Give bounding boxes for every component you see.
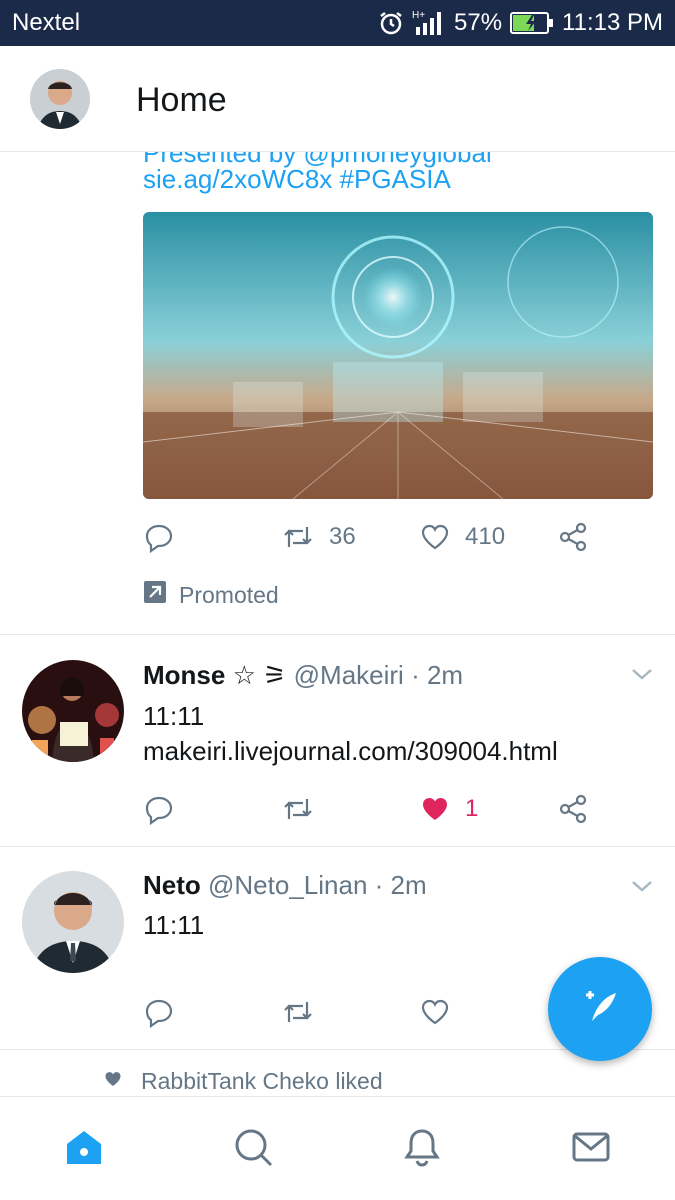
avatar[interactable] <box>22 660 124 762</box>
chevron-down-icon[interactable] <box>630 876 654 901</box>
heart-small-icon <box>103 1068 123 1095</box>
heart-filled-icon <box>419 793 451 825</box>
nav-messages[interactable] <box>569 1127 613 1171</box>
reply-icon <box>143 793 175 825</box>
like-count: 1 <box>465 795 479 822</box>
divider <box>0 846 675 847</box>
nav-notifications[interactable] <box>400 1127 444 1171</box>
share-icon <box>557 793 589 825</box>
tweet-time: · 2m <box>374 870 427 900</box>
status-icons: H+ 57% 11:13 PM <box>378 8 663 38</box>
timeline-feed[interactable]: Presented by @pmoneyglobal sie.ag/2xoWC8… <box>0 152 675 1096</box>
retweet-button[interactable] <box>281 789 315 829</box>
share-button[interactable] <box>557 789 589 829</box>
promoted-text: Promoted <box>179 581 279 608</box>
avatar[interactable] <box>22 871 124 973</box>
signal-icon: H+ <box>412 9 446 37</box>
like-button[interactable]: 1 <box>419 789 478 829</box>
display-name[interactable]: Neto <box>143 870 201 900</box>
tweet-actions: 1 <box>143 789 603 829</box>
tweet-text: 11:11 <box>143 701 205 731</box>
retweet-button[interactable] <box>281 992 315 1032</box>
notifications-icon <box>401 1126 443 1173</box>
tweet-header: Neto @Neto_Linan · 2m <box>143 870 427 901</box>
like-button[interactable]: 410 <box>419 517 505 557</box>
liked-by-text[interactable]: RabbitTank Cheko liked <box>141 1068 383 1095</box>
compose-tweet-button[interactable] <box>548 957 652 1061</box>
nav-search[interactable] <box>231 1127 275 1171</box>
tweet-time: · 2m <box>411 660 464 690</box>
retweet-count: 36 <box>329 523 356 550</box>
bottom-navigation <box>0 1096 675 1200</box>
tweet-media-image[interactable] <box>143 212 653 499</box>
messages-icon <box>570 1126 612 1173</box>
app-bar: Home <box>0 46 675 152</box>
user-handle[interactable]: @Neto_Linan <box>208 870 367 900</box>
social-context: RabbitTank Cheko liked <box>103 1068 383 1095</box>
page-title: Home <box>136 81 227 119</box>
reply-icon <box>143 521 175 553</box>
reply-icon <box>143 996 175 1028</box>
display-name[interactable]: Monse ☆ ⚞ <box>143 660 286 690</box>
reply-button[interactable] <box>143 789 175 829</box>
clock: 11:13 PM <box>562 9 663 36</box>
tweet-link[interactable]: sie.ag/2xoWC8x #PGASIA <box>143 164 451 195</box>
reply-button[interactable] <box>143 517 175 557</box>
carrier-name: Nextel <box>12 9 81 36</box>
svg-text:H+: H+ <box>412 10 425 21</box>
heart-icon <box>419 521 451 553</box>
heart-icon <box>419 996 451 1028</box>
tweet-actions <box>143 992 603 1032</box>
retweet-icon <box>281 996 315 1028</box>
battery-percent: 57% <box>454 9 503 36</box>
retweet-icon <box>281 521 315 553</box>
tweet-link[interactable]: makeiri.livejournal.com/309004.html <box>143 736 558 767</box>
status-bar: Nextel H+ 57% 11:13 PM <box>0 0 675 46</box>
divider <box>0 634 675 635</box>
share-button[interactable] <box>557 517 589 557</box>
tweet-text: 11:11 <box>143 910 205 940</box>
nav-home[interactable] <box>62 1127 106 1171</box>
compose-tweet-icon <box>578 985 622 1034</box>
promoted-label: Promoted <box>143 580 279 610</box>
tweet-actions: 36 410 <box>143 517 603 557</box>
like-count: 410 <box>465 523 506 550</box>
home-icon <box>63 1126 105 1173</box>
alarm-icon <box>378 10 404 36</box>
search-icon <box>232 1126 274 1173</box>
tweet-header: Monse ☆ ⚞ @Makeiri · 2m <box>143 660 463 691</box>
battery-charging-icon <box>510 11 554 35</box>
like-button[interactable] <box>419 992 451 1032</box>
user-handle[interactable]: @Makeiri <box>294 660 404 690</box>
retweet-button[interactable]: 36 <box>281 517 356 557</box>
retweet-icon <box>281 793 315 825</box>
share-icon <box>557 521 589 553</box>
promoted-arrow-icon <box>143 580 167 610</box>
chevron-down-icon[interactable] <box>630 664 654 689</box>
profile-avatar[interactable] <box>30 69 90 129</box>
reply-button[interactable] <box>143 992 175 1032</box>
